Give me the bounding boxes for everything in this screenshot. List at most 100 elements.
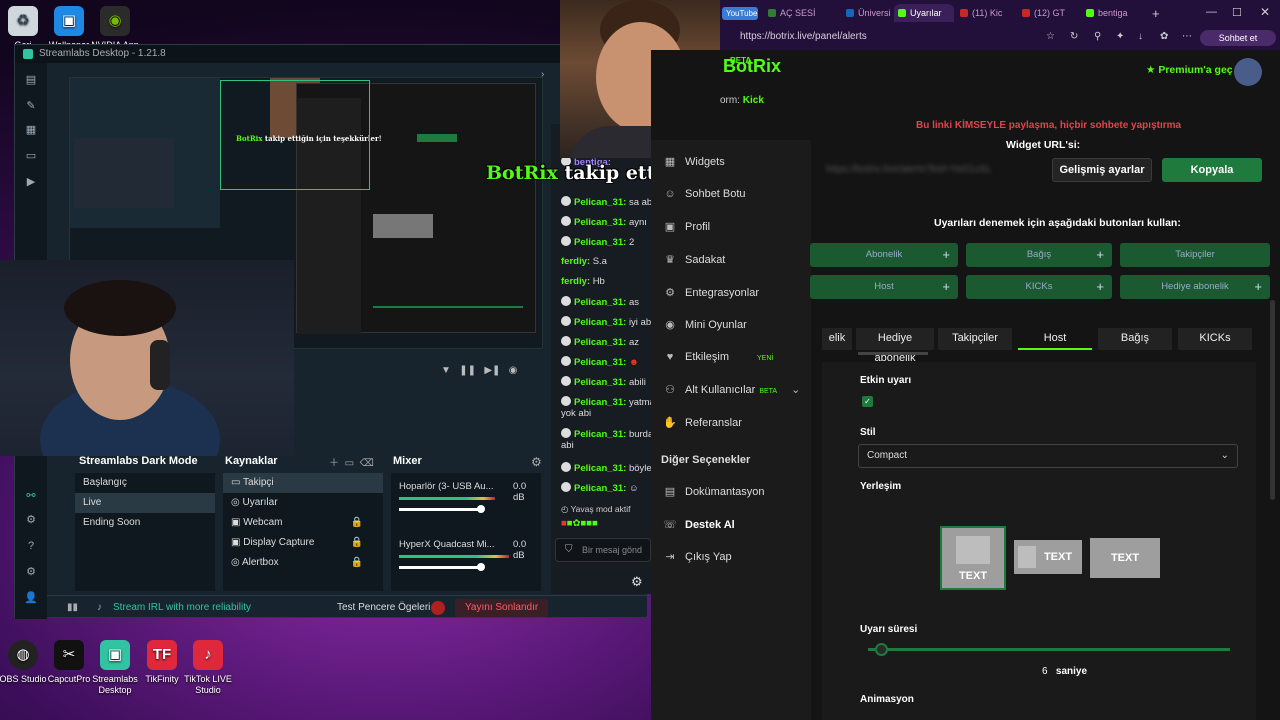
nav-profile[interactable]: ▣ Profil <box>663 220 710 233</box>
nav-widgets[interactable]: ▦ Widgets <box>663 155 725 168</box>
nav-mini-games[interactable]: ◉ Mini Oyunlar <box>663 318 747 331</box>
filter-icon[interactable]: ▼ <box>441 365 451 376</box>
source-item[interactable]: ▣ Webcam 🔒 <box>223 513 383 533</box>
avatar[interactable] <box>1234 58 1262 86</box>
end-stream-button[interactable]: Yayını Sonlandır <box>455 599 549 617</box>
tab-followers[interactable]: Takipçiler <box>938 328 1012 350</box>
nav-sub-users[interactable]: ⚇ Alt Kullanıcılar BETA ⌄ <box>663 383 800 396</box>
source-item[interactable]: ◎ Uyarılar <box>223 493 383 513</box>
nav-loyalty[interactable]: ♛ Sadakat <box>663 253 725 266</box>
studio-mode-icon[interactable]: ⚯ <box>24 489 38 503</box>
nav-integrations[interactable]: ⚙ Entegrasyonlar <box>663 286 759 299</box>
widget-url-value[interactable]: https://botrix.live/alerts?bid=YaS1uSL <box>826 164 1036 175</box>
nav-interaction[interactable]: ♥ Etkileşim YENİ <box>663 351 774 363</box>
browser-tab[interactable]: bentiga <box>1082 4 1146 22</box>
tab-kicks[interactable]: KICKs <box>1178 328 1252 350</box>
star-icon[interactable]: ☆ <box>1046 31 1055 42</box>
sources-list: ▭ Takipçi ◎ Uyarılar ▣ Webcam 🔒 ▣ Displa… <box>223 473 383 591</box>
nav-referrals[interactable]: ✋ Referanslar <box>663 416 742 429</box>
user-icon[interactable]: 👤 <box>24 591 38 605</box>
duration-slider-track[interactable] <box>868 648 1230 651</box>
browser-tab-active[interactable]: Uyarılar <box>894 4 954 22</box>
editor-icon[interactable]: ▤ <box>24 73 38 87</box>
url-text[interactable]: https://botrix.live/panel/alerts <box>740 31 867 42</box>
headset-icon <box>150 340 170 390</box>
record-icon[interactable]: ◉ <box>509 365 518 376</box>
promo-link[interactable]: Stream IRL with more reliability <box>113 596 251 620</box>
layout-option-side[interactable]: TEXT <box>1014 540 1082 574</box>
tab-gift-subscription[interactable]: Hediye abonelik <box>856 328 934 364</box>
nav-chat-bot[interactable]: ☺ Sohbet Botu <box>663 188 745 200</box>
maximize-icon[interactable]: ☐ <box>1232 6 1242 19</box>
cloud-icon[interactable]: ▭ <box>24 149 38 163</box>
desktop-icon-tiktok-live[interactable]: ♪ TikTok LIVE Studio <box>179 640 237 696</box>
next-icon[interactable]: ▶❚ <box>484 365 500 376</box>
style-select[interactable]: Compact ⌄ <box>858 444 1238 468</box>
source-actions: ＋ ▭ ⌫ <box>329 454 374 469</box>
source-item[interactable]: ▣ Display Capture 🔒 <box>223 533 383 553</box>
minimize-icon[interactable]: — <box>1206 6 1217 18</box>
rec-icon[interactable] <box>431 601 445 615</box>
layout-option-text[interactable]: TEXT <box>1090 538 1160 578</box>
layout-option-stacked[interactable]: TEXT <box>940 526 1006 590</box>
preview-selection-box[interactable] <box>220 80 370 190</box>
browser-tab[interactable]: (11) Kic <box>956 4 1016 22</box>
close-icon[interactable]: ✕ <box>1260 5 1270 19</box>
chat-button[interactable]: Sohbet et <box>1200 30 1276 46</box>
test-gift-sub-button[interactable]: Hediye abonelik + <box>1120 275 1270 299</box>
enabled-checkbox[interactable]: ✓ <box>862 396 873 407</box>
nav-support[interactable]: ☏ Destek Al <box>663 518 735 531</box>
browser-tab[interactable]: AÇ SESİ <box>764 4 836 22</box>
scene-item[interactable]: Ending Soon <box>75 513 215 533</box>
folder-icon[interactable]: ▭ <box>345 458 354 469</box>
copy-button[interactable]: Kopyala <box>1162 158 1262 182</box>
new-tab-icon[interactable]: + <box>1152 6 1160 21</box>
test-donation-button[interactable]: Bağış + <box>966 243 1112 267</box>
add-icon[interactable]: ＋ <box>329 458 339 469</box>
refresh-icon[interactable]: ↻ <box>1070 31 1078 42</box>
advanced-settings-button[interactable]: Gelişmiş ayarlar <box>1052 158 1152 182</box>
volume-slider[interactable] <box>399 563 485 571</box>
test-widgets-button[interactable]: Test Pencere Ögeleri <box>337 596 430 620</box>
puzzle-icon[interactable]: ✿ <box>1160 31 1168 42</box>
test-subscription-button[interactable]: Abonelik + <box>810 243 958 267</box>
nav-logout[interactable]: ⇥ Çıkış Yap <box>663 550 731 563</box>
themes-icon[interactable]: ✎ <box>24 99 38 113</box>
chat-settings-icon[interactable]: ⚙ <box>631 574 643 590</box>
store-icon[interactable]: ▦ <box>24 123 38 137</box>
nav-docs[interactable]: ▤ Dokümantasyon <box>663 485 765 498</box>
pin-icon[interactable]: ✦ <box>1116 31 1124 42</box>
emote-bar[interactable]: ■■✿■■■ <box>561 518 598 529</box>
chevron-right-icon[interactable]: › <box>541 69 544 80</box>
tab-youtube-pill[interactable]: YouTube <box>722 7 758 20</box>
mixer-settings-icon[interactable]: ⚙ <box>531 455 542 469</box>
stats-icon[interactable]: ▮▮ <box>67 596 78 620</box>
play-icon[interactable]: ▶ <box>24 175 38 189</box>
menu-icon[interactable]: ⋯ <box>1182 31 1192 42</box>
extension-icon[interactable]: ⚲ <box>1094 31 1101 42</box>
browser-tab[interactable]: (12) GT <box>1018 4 1078 22</box>
tab-subscription[interactable]: elik <box>822 328 852 350</box>
help-icon[interactable]: ? <box>24 539 38 553</box>
style-label: Stil <box>860 427 876 438</box>
test-kicks-button[interactable]: KICKs + <box>966 275 1112 299</box>
tab-donation[interactable]: Bağış <box>1098 328 1172 350</box>
download-icon[interactable]: ↓ <box>1138 31 1143 42</box>
scene-item[interactable]: Başlangıç <box>75 473 215 493</box>
page-scrollbar[interactable] <box>1270 300 1275 500</box>
tab-scrollbar[interactable] <box>858 352 928 355</box>
premium-link[interactable]: ★ Premium'a geç <box>1146 64 1233 76</box>
pause-icon[interactable]: ❚❚ <box>459 365 476 376</box>
scene-item-active[interactable]: Live <box>75 493 215 513</box>
layout-icon[interactable]: ⚙ <box>24 513 38 527</box>
duration-slider-knob[interactable] <box>875 643 888 656</box>
test-host-button[interactable]: Host + <box>810 275 958 299</box>
bell-icon[interactable]: ♪ <box>97 596 102 620</box>
volume-slider[interactable] <box>399 505 485 513</box>
test-followers-button[interactable]: Takipçiler <box>1120 243 1270 267</box>
source-item[interactable]: ◎ Alertbox 🔒 <box>223 553 383 573</box>
source-item[interactable]: ▭ Takipçi <box>223 473 383 493</box>
delete-icon[interactable]: ⌫ <box>360 458 374 469</box>
tab-host[interactable]: Host <box>1018 328 1092 350</box>
settings-icon[interactable]: ⚙ <box>24 565 38 579</box>
